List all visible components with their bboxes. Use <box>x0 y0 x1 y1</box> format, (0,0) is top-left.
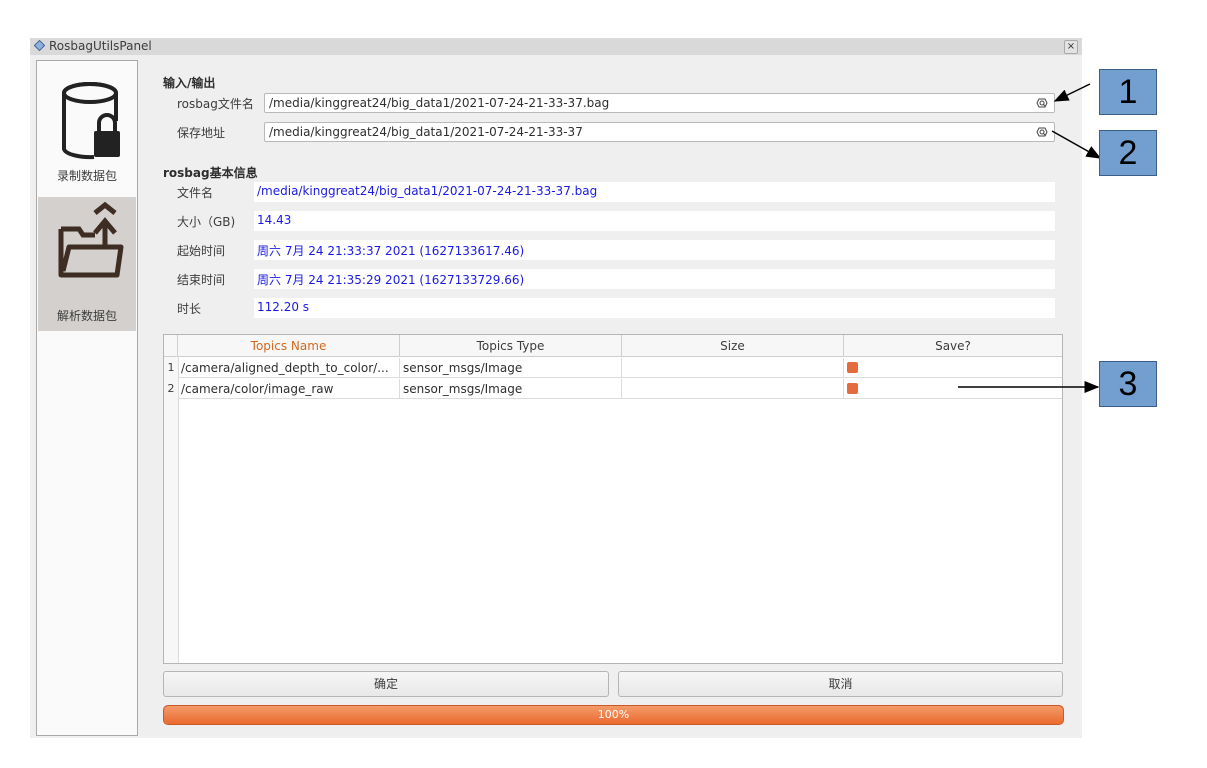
callout-arrows <box>958 83 1102 393</box>
callout-arrow-2 <box>1051 130 1102 159</box>
callout-3: 3 <box>1099 361 1157 407</box>
callout-2: 2 <box>1099 130 1157 176</box>
callout-arrow-1 <box>1053 83 1091 102</box>
callout-1: 1 <box>1099 69 1157 115</box>
